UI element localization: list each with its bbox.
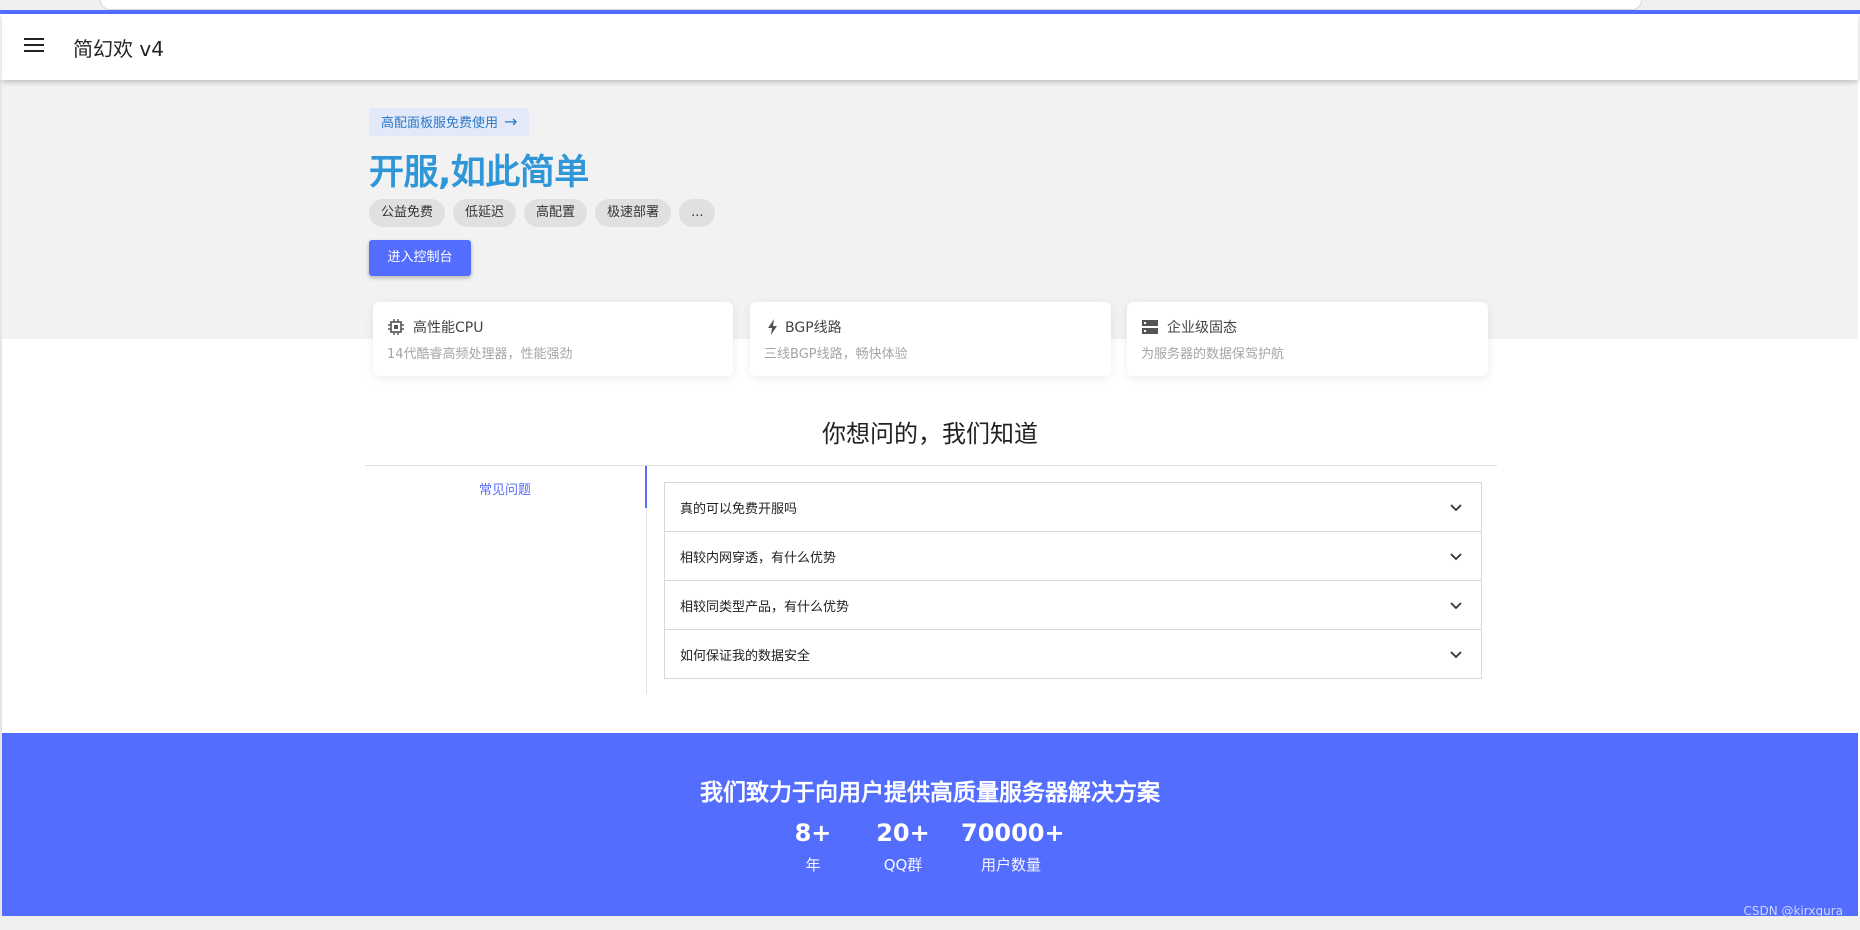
watermark: CSDN @kirxgura: [1743, 904, 1843, 918]
stat-value: 70000+: [961, 819, 1065, 847]
stat-years: 8+ 年: [783, 819, 843, 875]
app-bar: 简幻欢 v4: [2, 14, 1858, 80]
faq-item[interactable]: 真的可以免费开服吗: [665, 483, 1481, 532]
cpu-icon: [388, 319, 404, 335]
faq-question: 相较内网穿透，有什么优势: [680, 551, 837, 566]
faq-item[interactable]: 相较内网穿透，有什么优势: [665, 532, 1481, 581]
tag-chip: 高配置: [524, 199, 588, 227]
tag-list: 公益免费 低延迟 高配置 极速部署 ...: [369, 199, 716, 227]
chevron-down-icon: [1450, 553, 1462, 561]
stat-label: 年: [805, 856, 821, 874]
feature-title: BGP线路: [785, 320, 842, 336]
tag-chip: 极速部署: [595, 199, 672, 227]
hero-section: [2, 80, 1858, 339]
feature-card-ssd: 企业级固态 为服务器的数据保驾护航: [1127, 302, 1488, 376]
feature-desc: 三线BGP线路，畅快体验: [764, 347, 908, 362]
feature-desc: 为服务器的数据保驾护航: [1141, 347, 1285, 362]
bottom-strip: [0, 916, 1860, 930]
lightning-icon: [768, 319, 777, 335]
feature-desc: 14代酷睿高频处理器，性能强劲: [387, 347, 573, 362]
enter-console-button[interactable]: 进入控制台: [369, 240, 471, 276]
band-title: 我们致力于向用户提供高质量服务器解决方案: [700, 780, 1160, 806]
faq-side-divider: [646, 508, 647, 694]
tag-chip: 公益免费: [369, 199, 446, 227]
faq-item[interactable]: 相较同类型产品，有什么优势: [665, 581, 1481, 630]
stat-label: QQ群: [883, 856, 923, 874]
chevron-down-icon: [1450, 651, 1462, 659]
chevron-down-icon: [1450, 602, 1462, 610]
browser-address-bar: [100, 0, 1642, 10]
feature-card-bgp: BGP线路 三线BGP线路，畅快体验: [750, 302, 1111, 376]
faq-category-label: 常见问题: [478, 483, 531, 498]
stat-label: 用户数量: [980, 856, 1041, 874]
faq-item[interactable]: 如何保证我的数据安全: [665, 630, 1481, 678]
faq-question: 相较同类型产品，有什么优势: [680, 600, 850, 615]
server-icon: [1142, 320, 1158, 334]
feature-title: 企业级固态: [1167, 320, 1237, 336]
tag-more-chip[interactable]: ...: [679, 199, 716, 227]
faq-question: 如何保证我的数据安全: [680, 649, 811, 664]
menu-icon[interactable]: [24, 38, 44, 54]
faq-category-tab[interactable]: 常见问题: [365, 466, 647, 508]
stat-value: 8+: [794, 819, 832, 847]
feature-card-cpu: 高性能CPU 14代酷睿高频处理器，性能强劲: [373, 302, 733, 376]
promo-label: 高配面板服免费使用: [381, 116, 499, 131]
faq-title: 你想问的，我们知道: [822, 420, 1038, 448]
hero-headline: 开服,如此简单: [369, 153, 589, 193]
stat-value: 20+: [876, 819, 930, 847]
feature-title: 高性能CPU: [413, 320, 484, 336]
arrow-right-icon: →: [504, 112, 518, 131]
app-title: 简幻欢 v4: [73, 37, 164, 61]
faq-list: 真的可以免费开服吗 相较内网穿透，有什么优势 相较同类型产品，有什么优势 如何保…: [664, 482, 1482, 679]
tag-chip: 低延迟: [453, 199, 517, 227]
chevron-down-icon: [1450, 504, 1462, 512]
stat-qq-groups: 20+ QQ群: [868, 819, 938, 875]
stat-users: 70000+ 用户数量: [961, 819, 1065, 875]
faq-question: 真的可以免费开服吗: [680, 502, 798, 517]
promo-link[interactable]: 高配面板服免费使用 →: [369, 108, 530, 136]
stats-band: 我们致力于向用户提供高质量服务器解决方案 8+ 年 20+ QQ群 70000+…: [2, 733, 1858, 916]
